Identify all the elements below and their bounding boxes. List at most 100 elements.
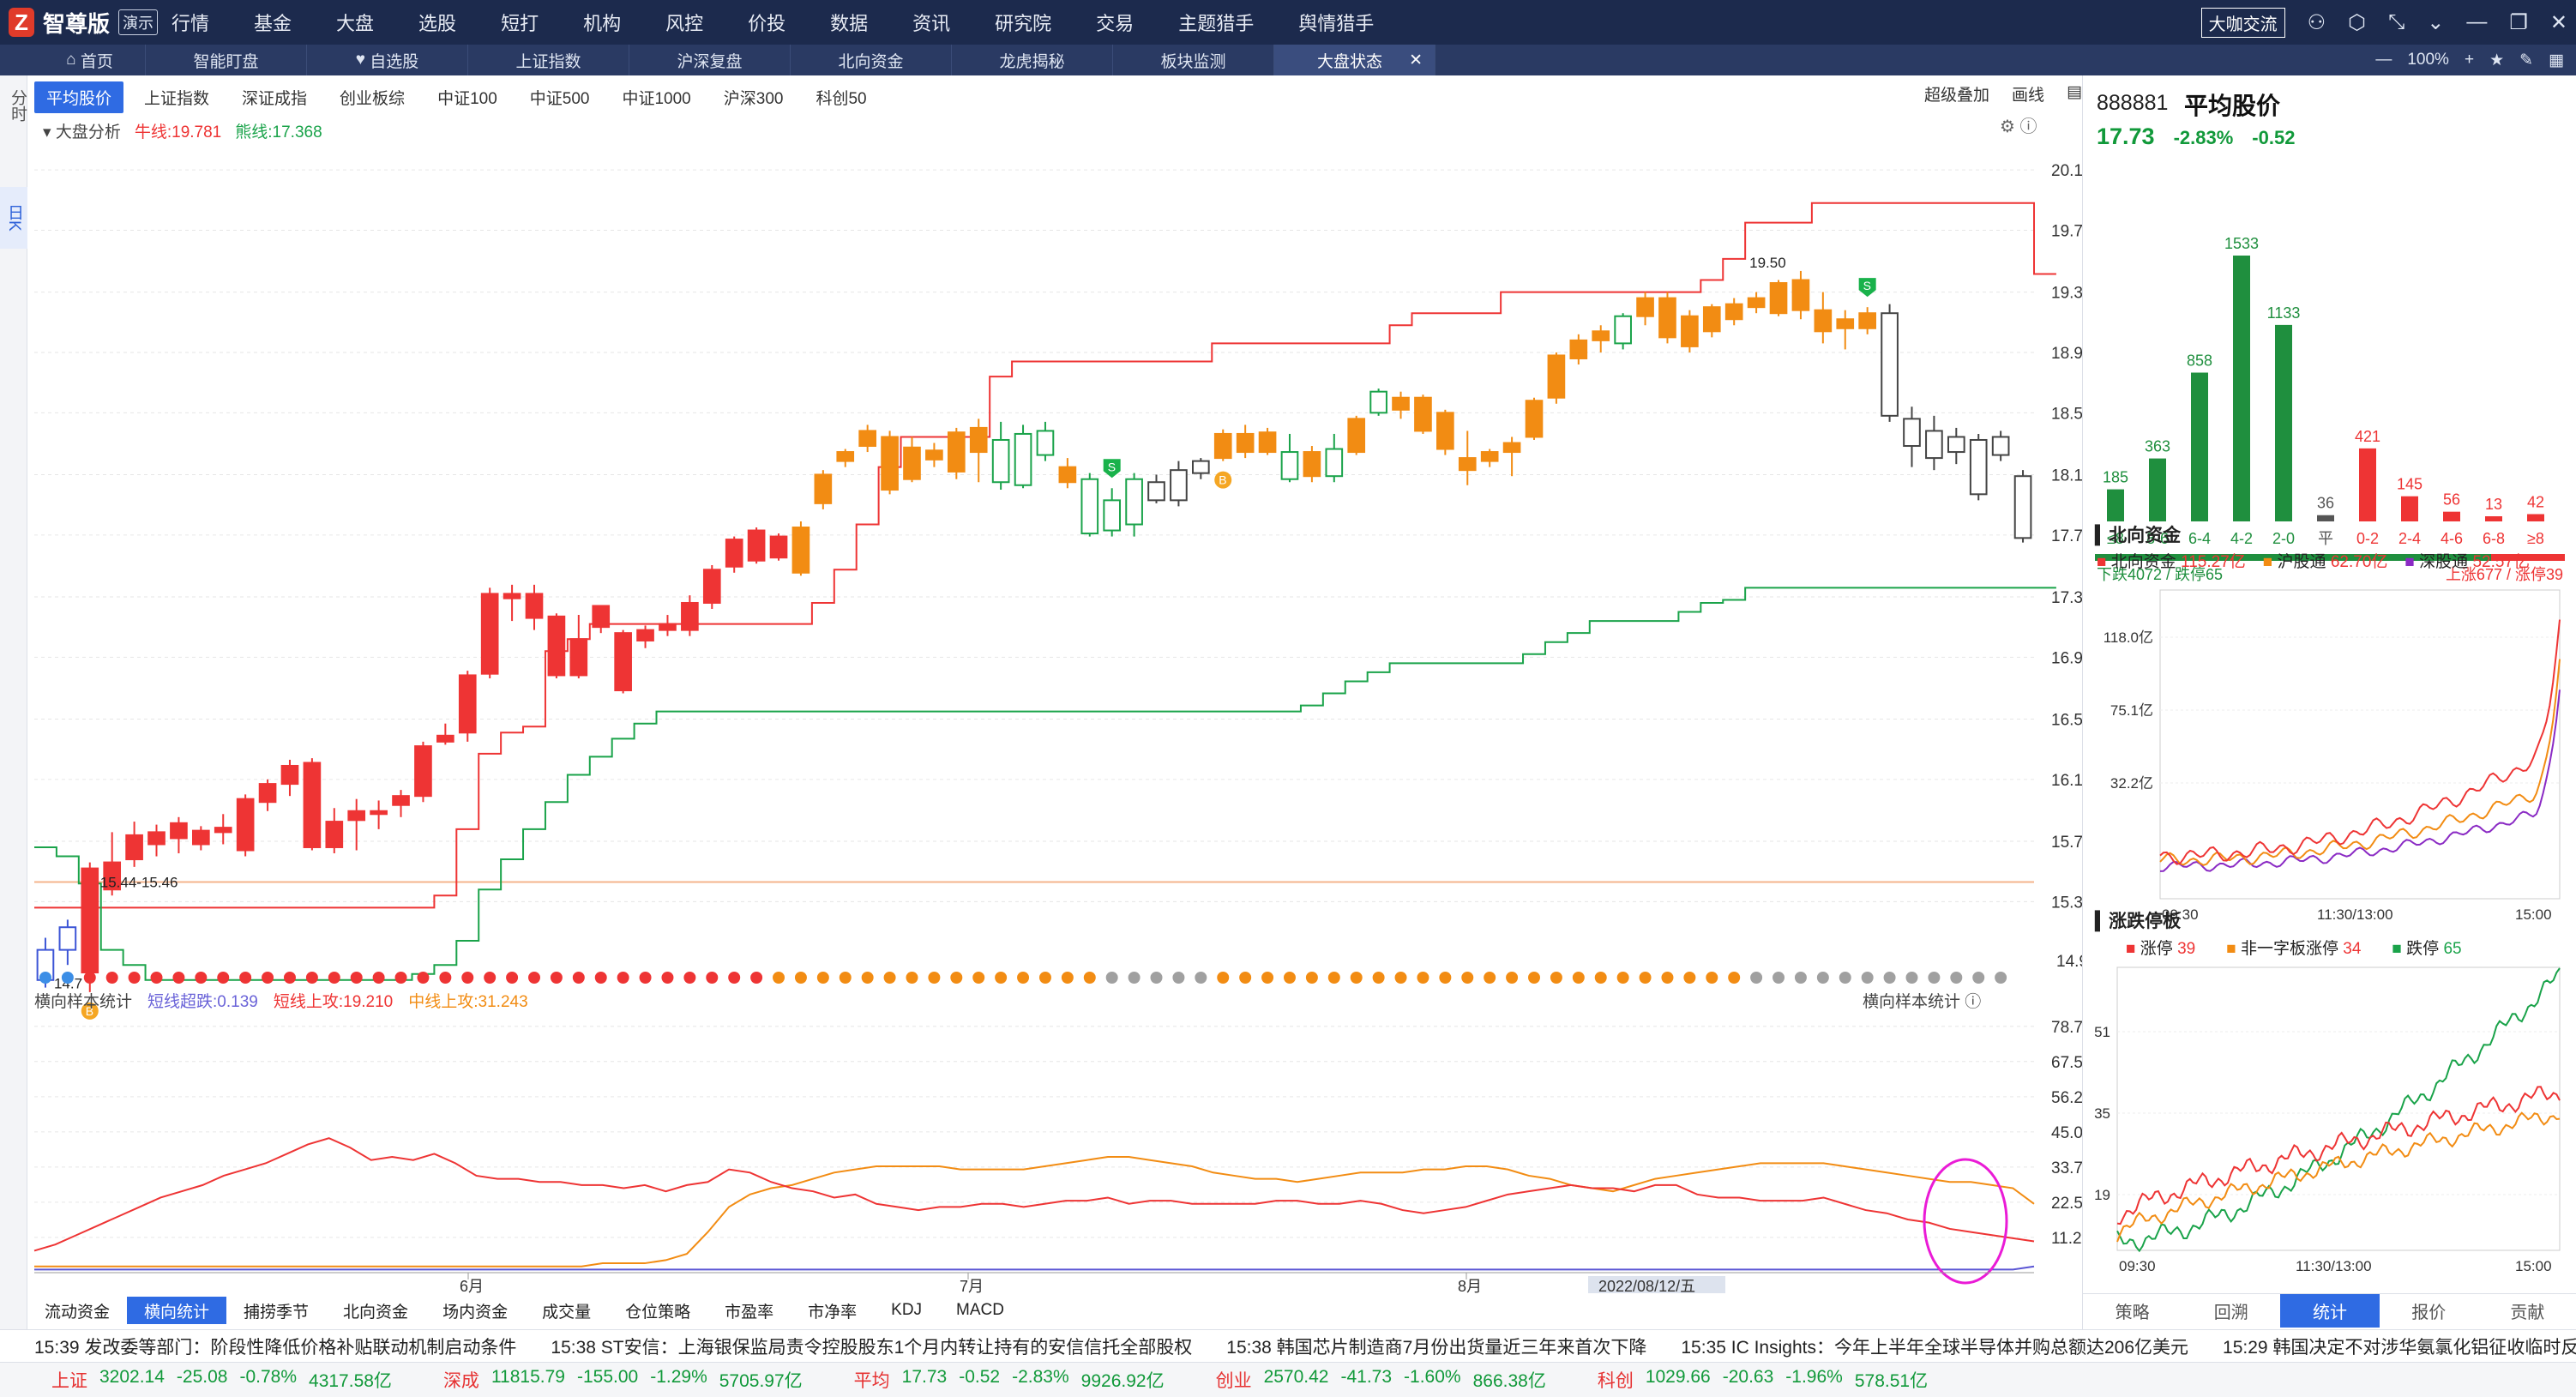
indicator-tab[interactable]: 仓位策略 (608, 1297, 707, 1324)
tab-item[interactable]: 北向资金 (791, 45, 952, 75)
candle[interactable] (592, 605, 611, 634)
candle[interactable] (836, 449, 855, 467)
candle[interactable] (991, 421, 1010, 491)
minimize-icon[interactable]: — (2466, 10, 2487, 34)
tab-item[interactable]: 板块监测 (1113, 45, 1274, 75)
layout-icon[interactable]: ▤ (2067, 82, 2082, 105)
indicator-tab[interactable]: 横向统计 (127, 1297, 227, 1324)
grid-icon[interactable]: ▦ (2549, 51, 2564, 70)
menu-item[interactable]: 资讯 (912, 9, 950, 36)
news-item[interactable]: 15:35 IC Insights：今年上半年全球半导体并购总额达206亿美元 (1681, 1334, 2188, 1359)
menu-item[interactable]: 风控 (665, 9, 703, 36)
candle[interactable] (1724, 298, 1743, 326)
candle[interactable] (1170, 461, 1188, 507)
candle[interactable] (1681, 310, 1699, 352)
candle[interactable] (569, 615, 588, 678)
candle[interactable] (1236, 425, 1255, 459)
sell-signal-icon[interactable]: S (1858, 278, 1876, 298)
right-tab[interactable]: 报价 (2380, 1294, 2478, 1328)
settings-small-icon[interactable]: ⚙ ⓘ (2000, 117, 2037, 136)
subtab-item[interactable]: 中证500 (518, 81, 602, 113)
menu-item[interactable]: 短打 (501, 9, 539, 36)
tab-item[interactable]: 龙虎揭秘 (952, 45, 1113, 75)
candle[interactable] (503, 584, 521, 622)
candle[interactable] (1103, 488, 1122, 537)
menu-item[interactable]: 选股 (418, 9, 456, 36)
candle[interactable] (1080, 473, 1099, 537)
distribution-bar[interactable]: 858 6-4 (2187, 352, 2212, 547)
candle[interactable] (636, 625, 654, 648)
limit-updown-chart[interactable]: 51 35 19 09:30 11:30/13:00 15:00 (2083, 959, 2576, 1293)
close-icon[interactable]: ✕ (2550, 10, 2567, 35)
candle[interactable] (192, 826, 210, 851)
candle[interactable] (1258, 427, 1277, 455)
candle[interactable] (1858, 307, 1876, 334)
candle[interactable] (1947, 427, 1965, 465)
index-item[interactable]: 科创 1029.66 -20.63 -1.96% 578.51亿 (1598, 1367, 1928, 1393)
candle[interactable] (1058, 458, 1077, 489)
candle[interactable] (525, 584, 544, 630)
index-item[interactable]: 创业 2570.42 -41.73 -1.60% 866.38亿 (1216, 1367, 1546, 1393)
index-item[interactable]: 上证 3202.14 -25.08 -0.78% 4317.58亿 (51, 1367, 392, 1393)
index-item[interactable]: 深成 11815.79 -155.00 -1.29% 5705.97亿 (443, 1367, 803, 1393)
distribution-bar[interactable]: 13 6-8 (2483, 496, 2505, 547)
candle[interactable] (814, 470, 833, 509)
subtab-item[interactable]: 沪深300 (712, 81, 796, 113)
analysis-title[interactable]: ▾ 大盘分析 (43, 119, 121, 142)
indicator-tab[interactable]: 场内资金 (425, 1297, 525, 1324)
candle[interactable] (458, 671, 477, 742)
candle[interactable] (1436, 409, 1454, 455)
candle[interactable] (1303, 446, 1321, 483)
candle[interactable] (1791, 270, 1810, 320)
tab-item[interactable]: ♥ 自选股 (307, 45, 468, 75)
candle[interactable] (681, 595, 699, 636)
candle[interactable] (547, 613, 566, 678)
candle[interactable] (347, 798, 366, 851)
distribution-bar[interactable]: 421 0-2 (2355, 428, 2380, 547)
candle[interactable] (969, 418, 988, 483)
menu-item[interactable]: 研究院 (995, 9, 1051, 36)
help-icon[interactable]: ⓘ (1965, 993, 1981, 1011)
favorite-icon[interactable]: ★ (2489, 51, 2504, 70)
candle[interactable] (903, 437, 921, 483)
candle[interactable] (1036, 421, 1055, 461)
candle[interactable] (1991, 431, 2010, 461)
candle[interactable] (1369, 388, 1387, 416)
indicator-tab[interactable]: 成交量 (525, 1297, 608, 1324)
app-logo[interactable]: Z 智尊版 演示 (9, 6, 159, 39)
candle[interactable] (769, 533, 788, 561)
tab-item[interactable]: 智能盯盘 (146, 45, 307, 75)
candle[interactable] (1569, 334, 1588, 365)
menu-item[interactable]: 大盘 (336, 9, 374, 36)
candle[interactable] (1502, 437, 1521, 477)
buy-signal-icon[interactable]: B (1214, 471, 1232, 489)
distribution-bar[interactable]: 42 ≥8 (2527, 494, 2544, 547)
indicator-tab[interactable]: 市净率 (791, 1297, 874, 1324)
candle[interactable] (725, 536, 743, 573)
news-item[interactable]: 15:38 韩国芯片制造商7月份出货量近三年来首次下降 (1226, 1334, 1646, 1359)
distribution-bar[interactable]: 1533 4-2 (2224, 235, 2259, 547)
candle[interactable] (2013, 470, 2032, 543)
candle[interactable] (881, 431, 899, 495)
indicator-tab[interactable]: MACD (939, 1297, 1021, 1324)
subtab-item[interactable]: 深证成指 (230, 81, 319, 113)
candle[interactable] (214, 814, 232, 845)
zoom-in-icon[interactable]: + (2465, 51, 2474, 69)
subtab-item[interactable]: 科创50 (803, 81, 878, 113)
tab-item[interactable]: 沪深复盘 (629, 45, 791, 75)
subtab-item[interactable]: 创业板综 (328, 81, 417, 113)
candle[interactable] (1925, 415, 1943, 471)
right-tab[interactable]: 贡献 (2478, 1294, 2576, 1328)
menu-item[interactable]: 价投 (748, 9, 785, 36)
candle[interactable] (58, 919, 77, 966)
news-item[interactable]: 15:38 ST安信：上海银保监局责令控股股东1个月内转让持有的安信信托全部股权 (551, 1334, 1192, 1359)
candle[interactable] (702, 565, 721, 610)
menu-item[interactable]: 舆情猎手 (1298, 9, 1374, 36)
index-item[interactable]: 平均 17.73 -0.52 -2.83% 9926.92亿 (854, 1367, 1165, 1393)
subtab-item[interactable]: 中证1000 (610, 81, 702, 113)
tab-item[interactable]: 上证指数 (468, 45, 629, 75)
candle[interactable] (1747, 292, 1766, 314)
candle[interactable] (791, 521, 810, 576)
period-tab-intraday[interactable]: 分时 (0, 75, 27, 135)
restore-icon[interactable]: ❐ (2509, 10, 2528, 35)
